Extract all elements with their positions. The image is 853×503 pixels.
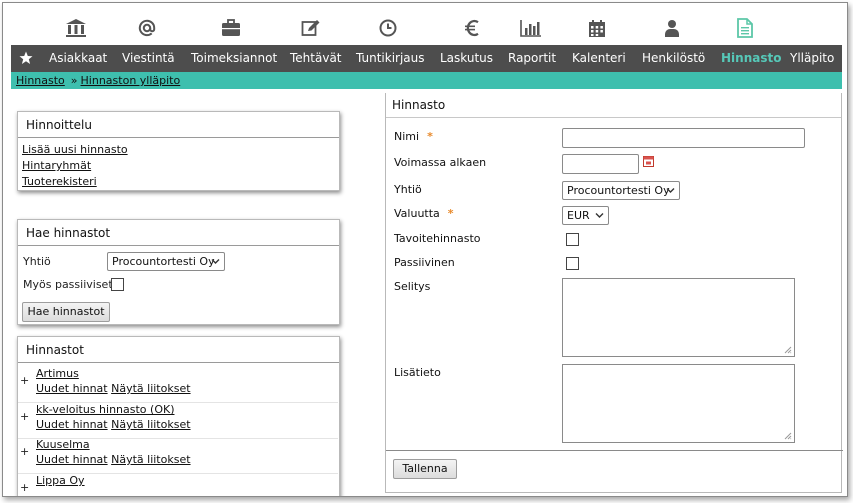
- valid-from-date-field[interactable]: [562, 154, 639, 174]
- breadcrumb-separator: »: [70, 74, 78, 87]
- name-field[interactable]: [562, 128, 805, 148]
- search-company-value: Procountortesti Oy: [112, 255, 215, 268]
- resize-grip-icon[interactable]: [784, 432, 792, 440]
- target-pricelist-label: Tavoitehinnasto: [394, 232, 481, 245]
- passive-label: Passiivinen: [394, 256, 455, 269]
- passive-label: Myös passiiviset: [23, 278, 113, 291]
- save-button[interactable]: Tallenna: [393, 459, 457, 479]
- chevron-down-icon: [211, 259, 220, 264]
- currency-value: EUR: [567, 209, 590, 222]
- star-icon[interactable]: [19, 51, 33, 65]
- currency-select[interactable]: EUR: [562, 206, 609, 225]
- search-pricelists-panel: Hae hinnastot Yhtiö Procountortesti Oy M…: [17, 219, 340, 325]
- company-select[interactable]: Procountortesti Oy: [562, 181, 680, 200]
- search-pricelists-button[interactable]: Hae hinnastot: [22, 302, 110, 322]
- description-label: Selitys: [394, 280, 431, 293]
- product-registry-link[interactable]: Tuoterekisteri: [22, 175, 97, 188]
- calendar-icon[interactable]: [585, 17, 609, 39]
- required-mark: *: [427, 130, 433, 143]
- passive-checkbox[interactable]: [566, 257, 579, 270]
- document-icon[interactable]: [733, 17, 757, 39]
- at-sign-icon[interactable]: [135, 17, 159, 39]
- show-links-link[interactable]: Näytä liitokset: [111, 453, 190, 466]
- nav-item-laskutus[interactable]: Laskutus: [440, 45, 493, 72]
- additional-info-textarea[interactable]: [562, 364, 795, 443]
- edit-icon[interactable]: [299, 17, 323, 39]
- new-prices-link[interactable]: Uudet hinnat: [36, 418, 108, 431]
- expand-toggle[interactable]: +: [20, 445, 29, 458]
- pricelist-name-link[interactable]: Lippa Oy: [36, 474, 85, 487]
- expand-toggle[interactable]: +: [20, 410, 29, 423]
- pricelist-name-link[interactable]: kk-veloitus hinnasto (OK): [36, 403, 174, 416]
- chevron-down-icon: [666, 188, 675, 193]
- list-item: + Kuuselma Uudet hinnat Näytä liitokset: [18, 438, 338, 474]
- pricelist-name-link[interactable]: Artimus: [36, 367, 79, 380]
- expand-toggle[interactable]: +: [20, 374, 29, 387]
- breadcrumb-item-hinnasto[interactable]: Hinnasto: [16, 74, 65, 87]
- nav-item-raportit[interactable]: Raportit: [508, 45, 556, 72]
- bar-chart-icon[interactable]: [519, 17, 543, 39]
- bank-icon[interactable]: [64, 17, 88, 39]
- company-value: Procountortesti Oy: [567, 184, 670, 197]
- pricelist-form-panel: Hinnasto Nimi * Voimassa alkaen Yhtiö Pro…: [385, 93, 843, 493]
- include-passive-checkbox[interactable]: [111, 278, 124, 291]
- company-label: Yhtiö: [394, 183, 422, 196]
- nav-item-henkilosto[interactable]: Henkilöstö: [642, 45, 705, 72]
- add-new-pricelist-link[interactable]: Lisää uusi hinnasto: [22, 143, 128, 156]
- pricing-panel-title: Hinnoittelu: [18, 112, 339, 138]
- nav-item-kalenteri[interactable]: Kalenteri: [572, 45, 626, 72]
- pricelists-panel-title: Hinnastot: [18, 337, 339, 363]
- form-title: Hinnasto: [386, 93, 841, 118]
- nav-item-asiakkaat[interactable]: Asiakkaat: [49, 45, 107, 72]
- app-window: Asiakkaat Viestintä Toimeksiannot Tehtäv…: [2, 2, 848, 497]
- nav-item-tehtavat[interactable]: Tehtävät: [290, 45, 342, 72]
- nav-item-viestinta[interactable]: Viestintä: [122, 45, 175, 72]
- required-mark: *: [447, 207, 454, 220]
- calendar-picker-icon[interactable]: [643, 155, 654, 167]
- show-links-link[interactable]: Näytä liitokset: [111, 418, 190, 431]
- resize-grip-icon[interactable]: [784, 346, 792, 354]
- list-item: + Lippa Oy: [18, 474, 338, 496]
- new-prices-link[interactable]: Uudet hinnat: [36, 453, 108, 466]
- breadcrumb-item-hinnaston-yllapito[interactable]: Hinnaston ylläpito: [81, 74, 181, 87]
- show-links-link[interactable]: Näytä liitokset: [111, 382, 190, 395]
- pricelist-name-link[interactable]: Kuuselma: [36, 438, 90, 451]
- nav-item-toimeksiannot[interactable]: Toimeksiannot: [191, 45, 277, 72]
- currency-label: Valuutta *: [394, 207, 454, 220]
- euro-icon[interactable]: [460, 17, 484, 39]
- form-footer: Tallenna: [386, 450, 843, 493]
- nav-item-yllapito[interactable]: Ylläpito: [790, 45, 834, 72]
- nav-item-hinnasto[interactable]: Hinnasto: [721, 45, 781, 72]
- price-groups-link[interactable]: Hintaryhmät: [22, 159, 91, 172]
- pricing-panel: Hinnoittelu Lisää uusi hinnasto Hintaryh…: [17, 111, 340, 191]
- search-company-select[interactable]: Procountortesti Oy: [107, 252, 225, 271]
- briefcase-icon[interactable]: [219, 17, 243, 39]
- main-nav: Asiakkaat Viestintä Toimeksiannot Tehtäv…: [11, 45, 842, 72]
- nav-item-tuntikirjaus[interactable]: Tuntikirjaus: [356, 45, 425, 72]
- valid-from-label: Voimassa alkaen: [394, 156, 487, 169]
- chevron-down-icon: [595, 213, 604, 218]
- user-icon[interactable]: [660, 17, 684, 39]
- additional-info-label: Lisätieto: [394, 366, 441, 379]
- target-pricelist-checkbox[interactable]: [566, 233, 579, 246]
- search-company-label: Yhtiö: [23, 255, 51, 268]
- pricelists-panel: Hinnastot + Artimus Uudet hinnat Näytä l…: [17, 336, 340, 496]
- description-textarea[interactable]: [562, 278, 795, 357]
- list-item: + Artimus Uudet hinnat Näytä liitokset: [18, 367, 338, 403]
- name-label: Nimi *: [394, 130, 433, 143]
- new-prices-link[interactable]: Uudet hinnat: [36, 382, 108, 395]
- search-panel-title: Hae hinnastot: [18, 220, 339, 246]
- breadcrumb: Hinnasto » Hinnaston ylläpito: [11, 72, 842, 89]
- module-icon-bar: [11, 11, 842, 45]
- clock-icon[interactable]: [376, 17, 400, 39]
- expand-toggle[interactable]: +: [20, 481, 29, 494]
- list-item: + kk-veloitus hinnasto (OK) Uudet hinnat…: [18, 403, 338, 439]
